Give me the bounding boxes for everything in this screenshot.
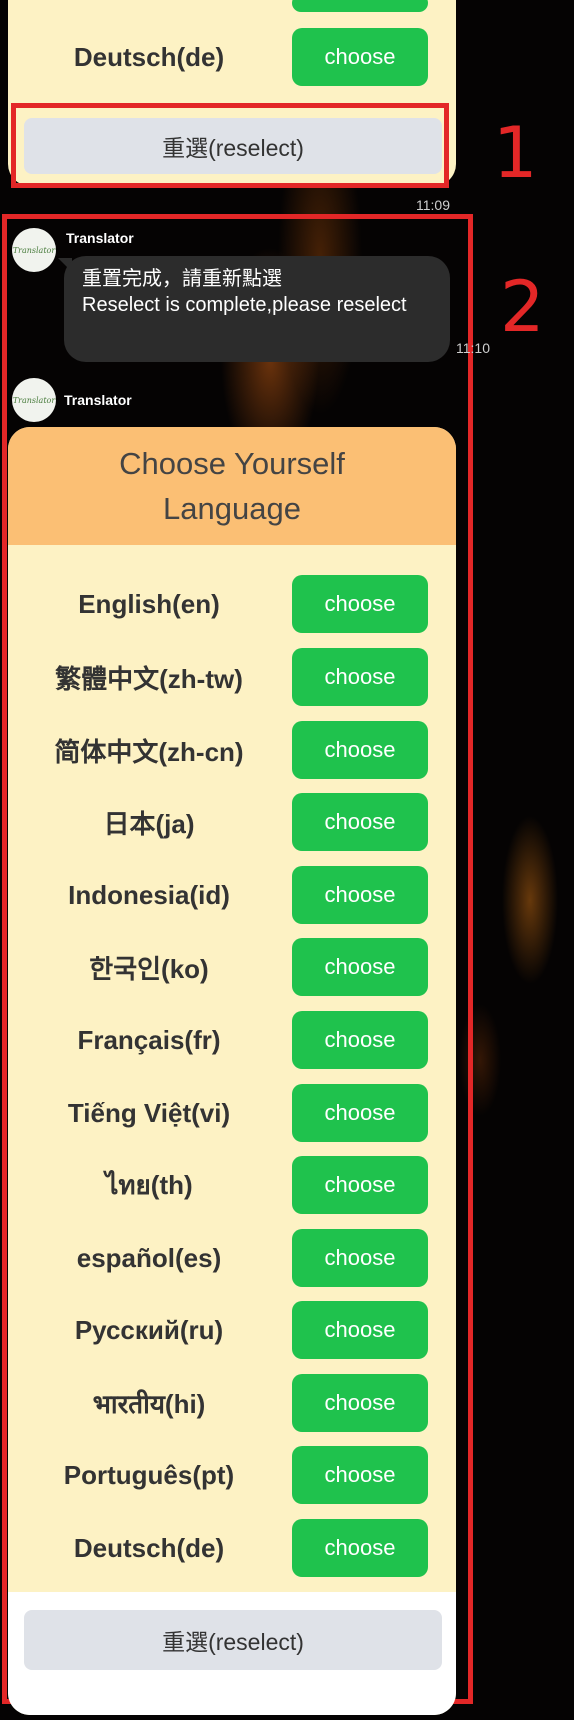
language-row: Deutsch(de) choose — [8, 1519, 456, 1577]
language-label: Русский(ru) — [74, 1314, 224, 1345]
language-row: Português(pt) choose — [8, 1446, 456, 1504]
annotation-box-1 — [11, 103, 449, 188]
choose-button[interactable]: choose — [292, 1374, 428, 1432]
choose-button[interactable]: choose — [292, 1156, 428, 1214]
language-row: Français(fr) choose — [8, 1011, 456, 1069]
language-row: Русский(ru) choose — [8, 1301, 456, 1359]
message-line-en: Reselect is complete,please reselect — [82, 294, 407, 316]
language-row: 简体中文(zh-cn) choose — [8, 721, 456, 779]
language-label: Deutsch(de) — [73, 1532, 225, 1563]
choose-button[interactable]: choose — [292, 1446, 428, 1504]
timestamp: 11:10 — [456, 340, 490, 356]
sender-name: Translator — [66, 230, 134, 246]
language-label: 繁體中文(zh-tw) — [55, 663, 243, 694]
choose-button[interactable]: choose — [292, 1519, 428, 1577]
language-label: Deutsch(de) — [73, 41, 225, 72]
language-row: भारतीय(hi) choose — [8, 1374, 456, 1432]
reselect-button[interactable]: 重選(reselect) — [24, 1610, 442, 1670]
choose-button[interactable]: choose — [292, 938, 428, 996]
language-row: English(en) choose — [8, 575, 456, 633]
choose-button[interactable]: choose — [292, 1301, 428, 1359]
language-label: Indonesia(id) — [68, 879, 230, 910]
choose-button[interactable] — [292, 0, 428, 12]
translator-avatar[interactable]: Translator — [12, 228, 56, 272]
language-row: 日本(ja) choose — [8, 793, 456, 851]
card-header: Choose Yourself Language — [8, 427, 456, 545]
card-title-line1: Choose Yourself — [119, 446, 345, 481]
language-row: ไทย(th) choose — [8, 1156, 456, 1214]
language-label: 日本(ja) — [103, 808, 195, 839]
choose-button[interactable]: choose — [292, 575, 428, 633]
annotation-label-2: 2 — [500, 266, 545, 348]
annotation-label-1: 1 — [493, 112, 538, 194]
language-label: 简体中文(zh-cn) — [54, 736, 244, 767]
language-row: español(es) choose — [8, 1229, 456, 1287]
sender-name: Translator — [64, 392, 132, 408]
language-row: Tiếng Việt(vi) choose — [8, 1084, 456, 1142]
choose-button[interactable]: choose — [292, 648, 428, 706]
language-row: 한국인(ko) choose — [8, 938, 456, 996]
language-label: Français(fr) — [77, 1024, 221, 1055]
language-row-de: Deutsch(de) choose — [8, 28, 456, 86]
choose-button[interactable]: choose — [292, 1084, 428, 1142]
language-label: Português(pt) — [63, 1459, 235, 1490]
language-row: 繁體中文(zh-tw) choose — [8, 648, 456, 706]
translator-avatar[interactable]: Translator — [12, 378, 56, 422]
choose-button[interactable]: choose — [292, 1229, 428, 1287]
choose-button[interactable]: choose — [292, 28, 428, 86]
language-label: español(es) — [76, 1242, 222, 1273]
message-bubble[interactable]: 重置完成，請重新點選 Reselect is complete,please r… — [64, 256, 450, 362]
language-label: भारतीय(hi) — [92, 1389, 206, 1419]
card-title-line2: Language — [163, 491, 301, 526]
language-card: Choose Yourself Language English(en) cho… — [8, 427, 456, 1715]
message-line-zh: 重置完成，請重新點選 — [82, 268, 282, 290]
choose-button[interactable]: choose — [292, 1011, 428, 1069]
language-label: English(en) — [78, 588, 220, 619]
language-label: Tiếng Việt(vi) — [67, 1097, 231, 1128]
choose-button[interactable]: choose — [292, 866, 428, 924]
choose-button[interactable]: choose — [292, 721, 428, 779]
language-label: 한국인(ko) — [89, 953, 209, 984]
language-row: Indonesia(id) choose — [8, 866, 456, 924]
language-label: ไทย(th) — [105, 1169, 193, 1200]
timestamp: 11:09 — [416, 197, 450, 213]
choose-button[interactable]: choose — [292, 793, 428, 851]
